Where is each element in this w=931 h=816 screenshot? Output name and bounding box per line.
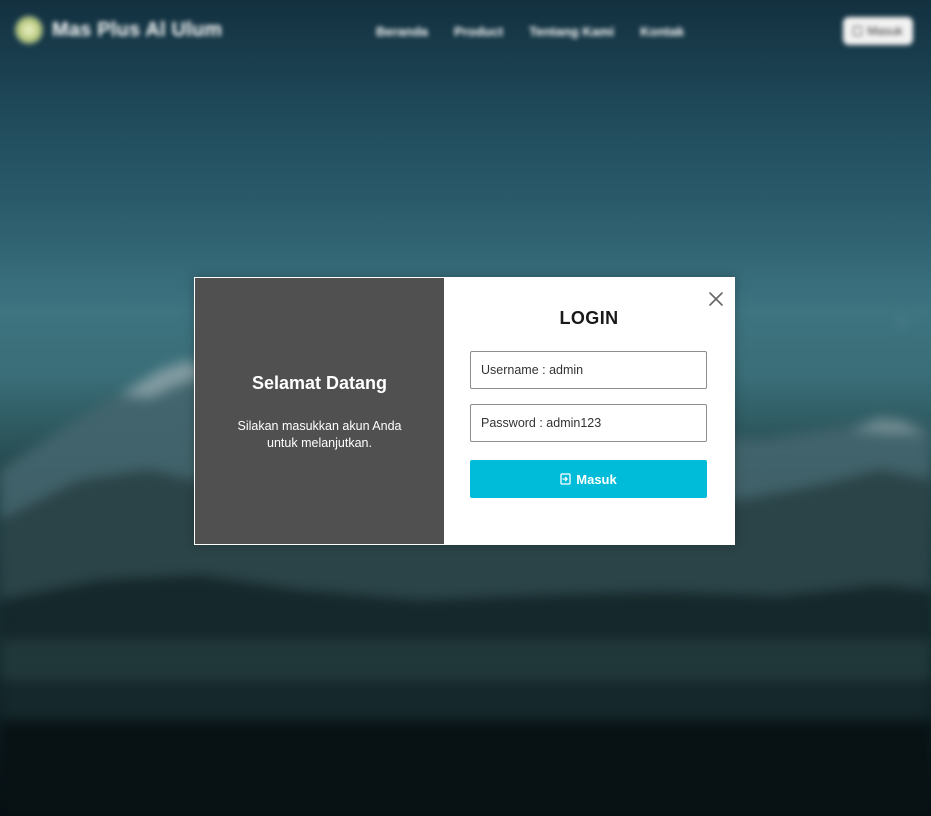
login-title: LOGIN bbox=[559, 308, 619, 328]
login-icon bbox=[853, 26, 863, 36]
page: Mas Plus Al Ulum Beranda Product Tentang… bbox=[0, 0, 931, 816]
login-icon bbox=[560, 473, 571, 485]
close-icon bbox=[709, 292, 723, 306]
password-input[interactable] bbox=[470, 404, 707, 442]
welcome-panel: Selamat Datang Silakan masukkan akun And… bbox=[195, 278, 444, 544]
nav-link-product[interactable]: Product bbox=[454, 24, 503, 39]
nav-links: Beranda Product Tentang Kami Kontak bbox=[376, 24, 684, 39]
close-button[interactable] bbox=[708, 291, 724, 307]
nav-link-kontak[interactable]: Kontak bbox=[640, 24, 684, 39]
login-modal: Selamat Datang Silakan masukkan akun And… bbox=[194, 277, 735, 545]
navbar: Mas Plus Al Ulum Beranda Product Tentang… bbox=[0, 0, 931, 62]
nav-login-button[interactable]: Masuk bbox=[843, 17, 913, 45]
nav-link-tentang-kami[interactable]: Tentang Kami bbox=[529, 24, 614, 39]
login-panel: LOGIN Masuk bbox=[444, 278, 734, 544]
login-submit-button[interactable]: Masuk bbox=[470, 460, 707, 498]
nav-login-label: Masuk bbox=[867, 24, 903, 38]
login-submit-label: Masuk bbox=[576, 471, 617, 487]
username-input[interactable] bbox=[470, 351, 707, 389]
school-logo-icon bbox=[16, 17, 42, 43]
brand-name: Mas Plus Al Ulum bbox=[52, 18, 223, 41]
welcome-text: Silakan masukkan akun Anda untuk melanju… bbox=[237, 419, 402, 450]
welcome-title: Selamat Datang bbox=[251, 373, 388, 393]
brand[interactable]: Mas Plus Al Ulum bbox=[16, 17, 222, 43]
nav-link-beranda[interactable]: Beranda bbox=[376, 24, 428, 39]
